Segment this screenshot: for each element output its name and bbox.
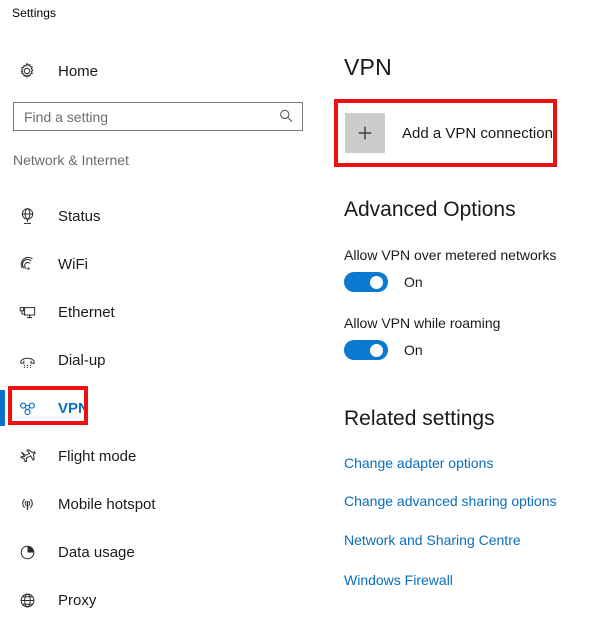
sidebar-item-status-label: Status [58, 207, 101, 225]
sidebar-item-status[interactable]: Status [0, 192, 330, 240]
status-globe-icon [10, 207, 44, 226]
sidebar-nav-list: Status WiFi Ethernet Dial-up VPN Flight … [0, 192, 330, 624]
hotspot-icon [10, 495, 44, 514]
advanced-options-heading: Advanced Options [344, 198, 516, 221]
toggle-knob [370, 343, 383, 357]
sidebar-item-data-usage-label: Data usage [58, 543, 135, 561]
link-change-adapter-options[interactable]: Change adapter options [344, 455, 493, 471]
sidebar-item-vpn[interactable]: VPN [0, 384, 330, 432]
allow-vpn-roaming-toggle[interactable] [344, 340, 388, 360]
selection-indicator [0, 390, 5, 426]
search-box[interactable] [13, 102, 303, 131]
sidebar-item-proxy[interactable]: Proxy [0, 576, 330, 624]
sidebar-item-mobile-hotspot[interactable]: Mobile hotspot [0, 480, 330, 528]
dialup-phone-icon [10, 351, 44, 370]
sidebar-item-ethernet-label: Ethernet [58, 303, 115, 321]
sidebar-item-dial-up-label: Dial-up [58, 351, 106, 369]
gear-icon [8, 62, 46, 80]
search-icon[interactable] [278, 108, 294, 129]
window-titlebar: Settings [0, 0, 614, 32]
window-title: Settings [12, 6, 57, 20]
sidebar-item-vpn-label: VPN [58, 399, 89, 417]
link-network-and-sharing-centre[interactable]: Network and Sharing Centre [344, 532, 521, 548]
add-vpn-connection-button[interactable]: Add a VPN connection [340, 107, 553, 159]
sidebar-category-label: Network & Internet [13, 152, 129, 168]
airplane-icon [10, 447, 44, 466]
allow-vpn-metered-label: Allow VPN over metered networks [344, 247, 557, 263]
sidebar-item-home[interactable]: Home [0, 54, 320, 88]
link-windows-firewall[interactable]: Windows Firewall [344, 572, 453, 588]
allow-vpn-roaming-label: Allow VPN while roaming [344, 315, 501, 331]
sidebar-item-home-label: Home [58, 62, 99, 80]
ethernet-icon [10, 303, 44, 322]
allow-vpn-metered-toggle[interactable] [344, 272, 388, 292]
wifi-icon [10, 255, 44, 274]
sidebar-item-wifi[interactable]: WiFi [0, 240, 330, 288]
page-title: VPN [344, 54, 392, 80]
sidebar-item-ethernet[interactable]: Ethernet [0, 288, 330, 336]
sidebar-item-wifi-label: WiFi [58, 255, 88, 273]
sidebar-item-data-usage[interactable]: Data usage [0, 528, 330, 576]
allow-vpn-roaming-state: On [404, 342, 423, 358]
globe-icon [10, 591, 44, 610]
vpn-hub-icon [10, 399, 44, 418]
sidebar-item-flight-mode-label: Flight mode [58, 447, 137, 465]
search-input[interactable] [24, 108, 264, 125]
sidebar-item-proxy-label: Proxy [58, 591, 97, 609]
settings-sidebar: Home Network & Internet [0, 32, 330, 634]
sidebar-item-flight-mode[interactable]: Flight mode [0, 432, 330, 480]
allow-vpn-metered-state: On [404, 274, 423, 290]
toggle-knob [370, 275, 383, 289]
allow-vpn-metered-row: On [344, 272, 423, 292]
sidebar-item-mobile-hotspot-label: Mobile hotspot [58, 495, 156, 513]
vpn-settings-panel: VPN Add a VPN connection Advanced Option… [330, 32, 614, 634]
related-settings-heading: Related settings [344, 407, 495, 430]
add-vpn-connection-label: Add a VPN connection [402, 124, 553, 142]
allow-vpn-roaming-row: On [344, 340, 423, 360]
pie-chart-icon [10, 543, 44, 562]
sidebar-item-dial-up[interactable]: Dial-up [0, 336, 330, 384]
link-change-advanced-sharing-options[interactable]: Change advanced sharing options [344, 493, 557, 509]
plus-icon [345, 113, 385, 153]
